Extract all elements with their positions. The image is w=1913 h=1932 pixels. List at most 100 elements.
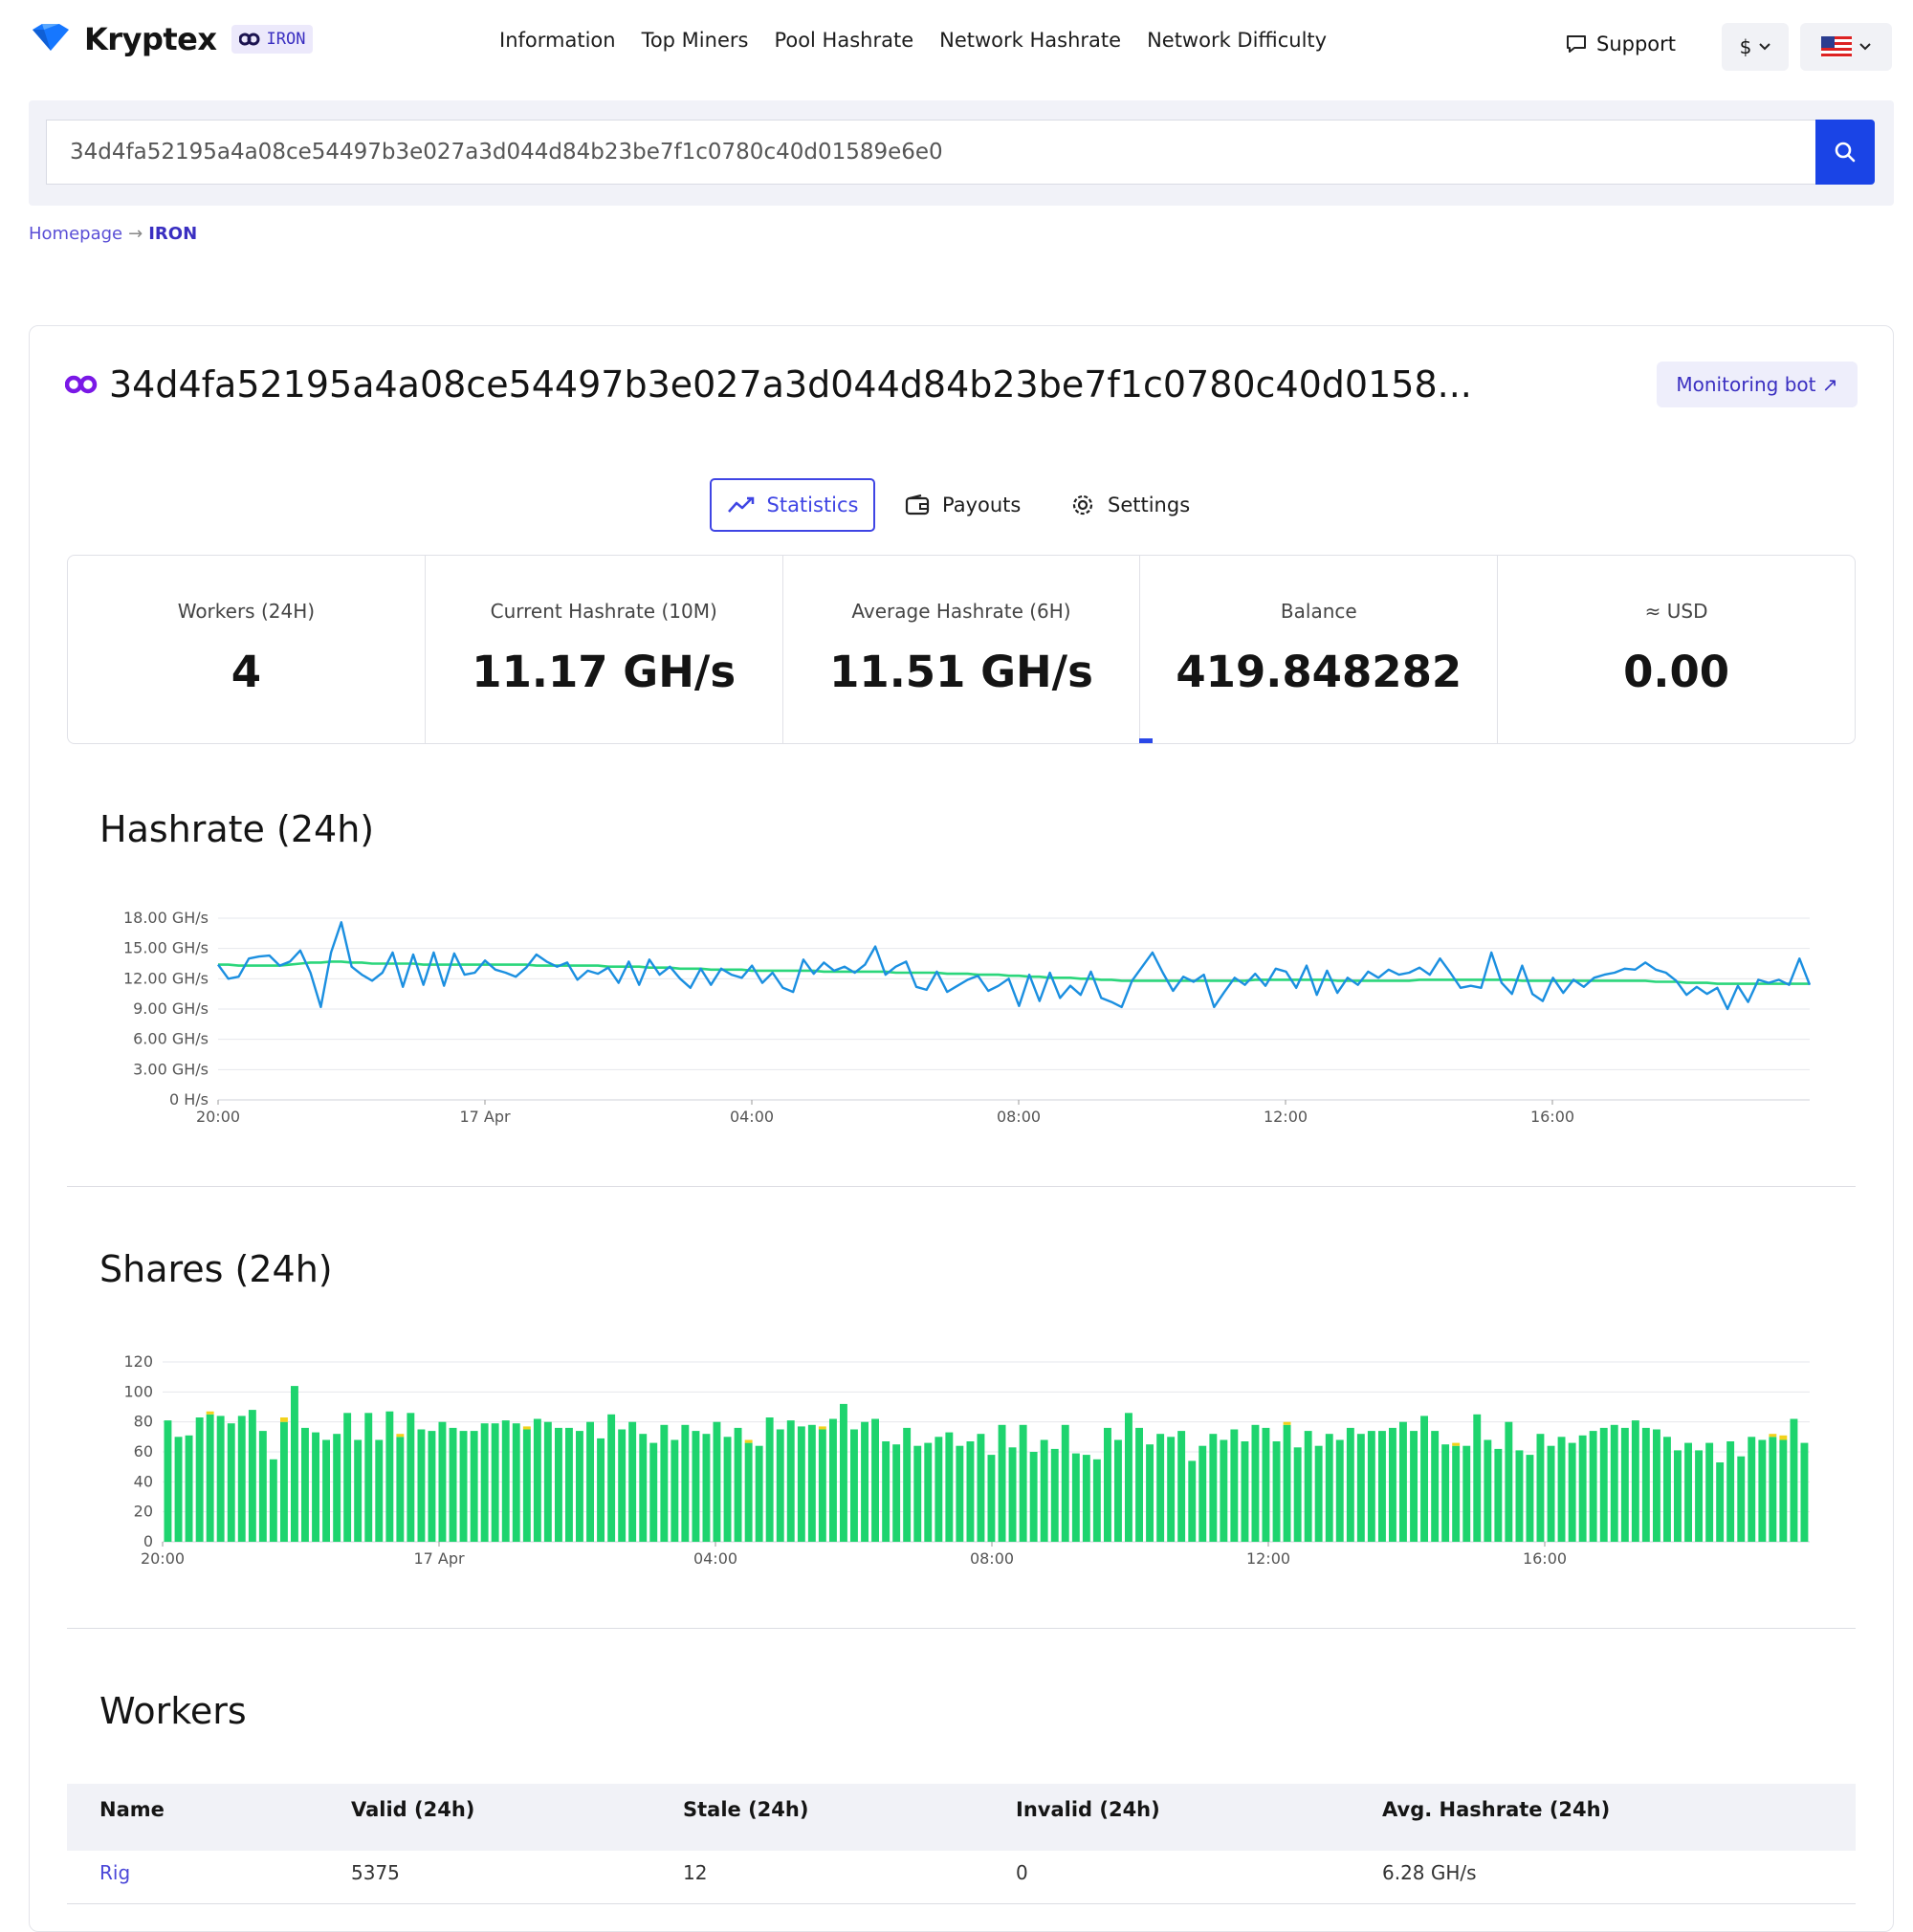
valid-shares-bar bbox=[185, 1435, 193, 1542]
search-button[interactable] bbox=[1815, 120, 1875, 185]
valid-shares-bar bbox=[237, 1416, 246, 1542]
valid-shares-bar bbox=[1071, 1453, 1080, 1542]
tab-settings-label: Settings bbox=[1108, 494, 1191, 516]
valid-shares-bar bbox=[258, 1431, 267, 1542]
y-tick-label: 80 bbox=[134, 1413, 153, 1431]
stale-shares-bar bbox=[818, 1426, 826, 1430]
hashrate-chart-svg: 18.00 GH/s 15.00 GH/s 12.00 GH/s 9.00 GH/s 6… bbox=[123, 909, 1812, 1126]
top-header: Kryptex IRON Information Top Miners Pool… bbox=[0, 0, 1913, 91]
column-header-valid[interactable]: Valid (24h) bbox=[351, 1798, 474, 1821]
stat-value: 0.00 bbox=[1623, 647, 1730, 697]
valid-shares-bar bbox=[681, 1424, 690, 1542]
valid-shares-bar bbox=[1663, 1437, 1671, 1542]
shares-chart: 120 100 80 60 40 20 0 20:00 17 Apr 04:00 08:00 12:0… bbox=[96, 1339, 1817, 1572]
brand-logo[interactable]: Kryptex IRON bbox=[29, 21, 314, 57]
stale-shares-bar bbox=[280, 1417, 288, 1422]
valid-shares-bar bbox=[449, 1427, 457, 1542]
stat-label: Current Hashrate (10M) bbox=[490, 600, 717, 623]
valid-shares-bar bbox=[734, 1427, 742, 1542]
valid-shares-bar bbox=[1737, 1456, 1746, 1542]
nav-pool-hashrate[interactable]: Pool Hashrate bbox=[774, 29, 913, 52]
valid-shares-bar bbox=[1230, 1429, 1239, 1542]
tab-settings[interactable]: Settings bbox=[1069, 478, 1190, 532]
monitoring-bot-button[interactable]: Monitoring bot ↗ bbox=[1657, 362, 1858, 407]
currency-selector[interactable]: $ bbox=[1722, 23, 1789, 71]
nav-information[interactable]: Information bbox=[499, 29, 616, 52]
valid-shares-bar bbox=[1726, 1441, 1735, 1542]
language-selector[interactable] bbox=[1800, 23, 1892, 71]
search-bar bbox=[29, 100, 1894, 206]
nav-network-hashrate[interactable]: Network Hashrate bbox=[939, 29, 1121, 52]
chat-bubble-icon bbox=[1567, 35, 1586, 53]
valid-shares-bar bbox=[1146, 1444, 1154, 1542]
valid-shares-bar bbox=[470, 1431, 478, 1542]
y-tick-label: 20 bbox=[134, 1503, 153, 1521]
section-divider bbox=[67, 1628, 1856, 1629]
valid-shares-bar bbox=[1156, 1434, 1165, 1542]
valid-shares-bar bbox=[1420, 1416, 1428, 1542]
valid-shares-bar bbox=[333, 1434, 341, 1542]
valid-shares-bar bbox=[312, 1432, 319, 1542]
valid-shares-bar bbox=[1610, 1424, 1618, 1542]
valid-shares-bar bbox=[1441, 1444, 1450, 1542]
breadcrumb-home[interactable]: Homepage bbox=[29, 224, 122, 244]
support-link[interactable]: Support bbox=[1565, 33, 1676, 55]
valid-shares-bar bbox=[1061, 1424, 1069, 1542]
valid-shares-bar bbox=[1125, 1413, 1132, 1542]
valid-shares-bar bbox=[1177, 1431, 1186, 1542]
valid-shares-bar bbox=[903, 1427, 912, 1542]
valid-shares-bar bbox=[428, 1431, 436, 1542]
valid-shares-bar bbox=[1029, 1452, 1038, 1542]
stale-shares-bar bbox=[744, 1439, 753, 1443]
valid-shares-bar bbox=[1653, 1429, 1660, 1542]
valid-shares-bar bbox=[480, 1423, 489, 1542]
breadcrumb-current[interactable]: IRON bbox=[148, 224, 197, 244]
wallet-search-input[interactable] bbox=[46, 120, 1815, 185]
shares-section-title: Shares (24h) bbox=[99, 1248, 333, 1290]
valid-shares-bar bbox=[248, 1410, 256, 1542]
valid-shares-bar bbox=[375, 1439, 384, 1542]
column-header-avg-hashrate[interactable]: Avg. Hashrate (24h) bbox=[1382, 1798, 1610, 1821]
valid-shares-bar bbox=[269, 1459, 277, 1542]
tab-statistics[interactable]: Statistics bbox=[710, 478, 875, 532]
valid-shares-bar bbox=[1578, 1435, 1587, 1542]
valid-shares-bar bbox=[354, 1439, 363, 1542]
iron-coin-icon bbox=[65, 375, 98, 394]
column-header-stale[interactable]: Stale (24h) bbox=[683, 1798, 808, 1821]
valid-shares-bar bbox=[1695, 1450, 1703, 1542]
valid-shares-bar bbox=[512, 1423, 520, 1542]
valid-shares-bar bbox=[227, 1423, 235, 1542]
valid-shares-bar bbox=[1620, 1427, 1629, 1542]
valid-shares-bar bbox=[1135, 1427, 1143, 1542]
valid-shares-bar bbox=[1399, 1421, 1407, 1542]
valid-shares-bar bbox=[861, 1421, 869, 1542]
worker-avg-hashrate: 6.28 GH/s bbox=[1382, 1861, 1477, 1884]
valid-shares-bar bbox=[977, 1434, 985, 1542]
nav-top-miners[interactable]: Top Miners bbox=[642, 29, 749, 52]
stat-average-hashrate: Average Hashrate (6H) 11.51 GH/s bbox=[783, 556, 1141, 743]
stats-panel: Workers (24H) 4 Current Hashrate (10M) 1… bbox=[67, 555, 1856, 744]
valid-shares-bar bbox=[1367, 1431, 1375, 1542]
stat-balance[interactable]: Balance 419.848282 bbox=[1140, 556, 1499, 743]
valid-shares-bar bbox=[713, 1421, 721, 1542]
valid-shares-bar bbox=[892, 1444, 901, 1542]
x-tick-label: 12:00 bbox=[1264, 1108, 1308, 1126]
valid-shares-bar bbox=[966, 1441, 975, 1542]
breadcrumb: Homepage → IRON bbox=[29, 224, 197, 244]
valid-shares-bar bbox=[1484, 1439, 1492, 1542]
valid-shares-bar bbox=[1008, 1447, 1017, 1542]
coin-badge: IRON bbox=[231, 25, 314, 54]
tab-payouts[interactable]: Payouts bbox=[904, 478, 1021, 532]
us-flag-icon bbox=[1821, 36, 1852, 57]
valid-shares-bar bbox=[786, 1420, 795, 1542]
worker-name-link[interactable]: Rig bbox=[99, 1861, 130, 1884]
column-header-name[interactable]: Name bbox=[99, 1798, 165, 1821]
valid-shares-bar bbox=[533, 1418, 541, 1542]
valid-shares-bar bbox=[438, 1421, 447, 1542]
valid-shares-bar bbox=[1188, 1460, 1197, 1542]
valid-shares-bar bbox=[1515, 1450, 1524, 1542]
nav-network-difficulty[interactable]: Network Difficulty bbox=[1147, 29, 1327, 52]
column-header-invalid[interactable]: Invalid (24h) bbox=[1016, 1798, 1160, 1821]
valid-shares-bar bbox=[1641, 1427, 1650, 1542]
wallet-icon bbox=[905, 494, 930, 516]
